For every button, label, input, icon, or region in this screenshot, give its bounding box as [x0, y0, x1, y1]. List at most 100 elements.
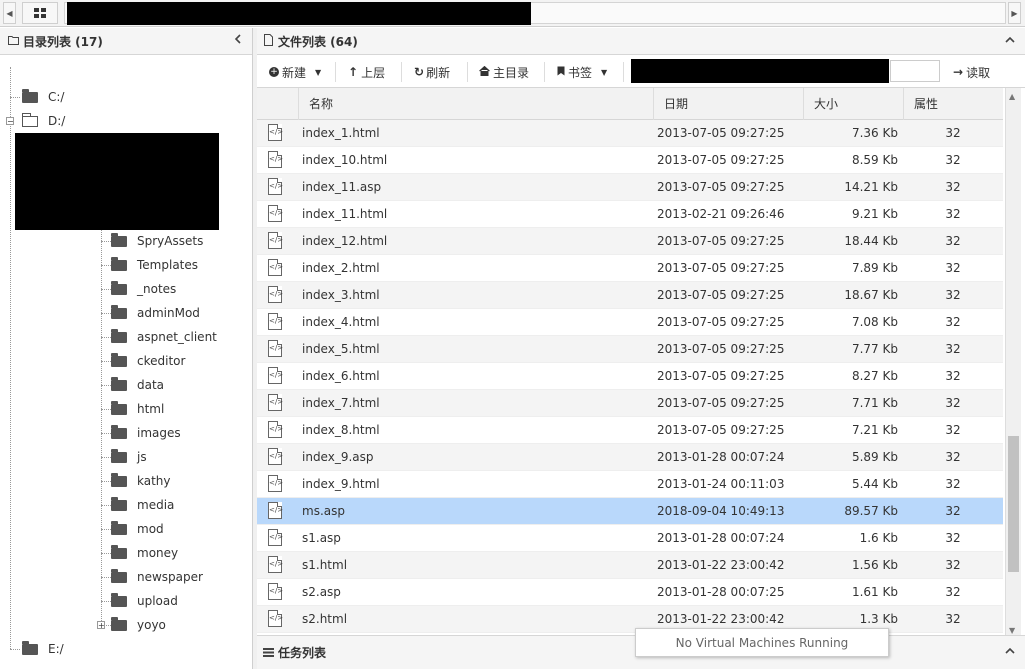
table-row[interactable]: </> index_4.html 2013-07-05 09:27:25 7.08 K…	[257, 309, 1003, 336]
table-row[interactable]: </> s1.asp 2013-01-28 00:07:24 1.6 Kb 32	[257, 525, 1003, 552]
column-header-name[interactable]: 名称	[298, 88, 653, 120]
file-size: 89.57 Kb	[844, 504, 898, 518]
refresh-button[interactable]: ↻ 刷新	[414, 61, 450, 83]
tree-folder-item[interactable]: html	[111, 399, 164, 419]
tree-folder-item[interactable]: ckeditor	[111, 351, 185, 371]
scroll-up-arrow-icon[interactable]: ▲	[1009, 92, 1015, 101]
bookmark-button[interactable]: 书签 ▼	[557, 61, 607, 83]
collapse-node-icon[interactable]: −	[6, 117, 14, 126]
bookmark-button-label: 书签	[568, 65, 593, 80]
tree-folder-item[interactable]: js	[111, 447, 147, 467]
table-row[interactable]: </> index_10.html 2013-07-05 09:27:25 8.59 …	[257, 147, 1003, 174]
expand-up-icon[interactable]	[1005, 644, 1015, 658]
column-header-date[interactable]: 日期	[653, 88, 803, 120]
folder-icon	[111, 520, 127, 535]
tree-folder-item[interactable]: data	[111, 375, 164, 395]
tree-drive-e[interactable]: E:/	[22, 639, 64, 659]
code-file-icon: </>	[268, 421, 283, 438]
tree-folder-label: Templates	[137, 258, 199, 272]
scroll-left-arrow-icon[interactable]: ◀	[3, 2, 16, 24]
file-attr: 32	[945, 153, 961, 167]
file-date: 2013-07-05 09:27:25	[657, 369, 785, 383]
tree-folder-label: money	[137, 546, 179, 560]
table-row[interactable]: </> index_2.html 2013-07-05 09:27:25 7.89 K…	[257, 255, 1003, 282]
new-button[interactable]: + 新建 ▼	[269, 61, 321, 83]
file-panel-header: 文件列表 (64)	[257, 28, 1025, 55]
collapse-left-icon[interactable]	[234, 33, 242, 47]
table-row[interactable]: </> s1.html 2013-01-22 23:00:42 1.56 Kb 32	[257, 552, 1003, 579]
table-row[interactable]: </> index_9.html 2013-01-24 00:11:03 5.44 K…	[257, 471, 1003, 498]
table-row[interactable]: </> s2.html 2013-01-22 23:00:42 1.3 Kb 32	[257, 606, 1003, 633]
table-row[interactable]: </> index_11.html 2013-02-21 09:26:46 9.21 …	[257, 201, 1003, 228]
tree-folder-item[interactable]: money	[111, 543, 178, 563]
folder-icon	[111, 304, 127, 319]
task-panel-title: 任务列表	[278, 646, 327, 660]
table-row[interactable]: </> index_11.asp 2013-07-05 09:27:25 14.21 …	[257, 174, 1003, 201]
table-row[interactable]: </> index_8.html 2013-07-05 09:27:25 7.21 K…	[257, 417, 1003, 444]
collapse-up-icon[interactable]	[1005, 33, 1015, 47]
file-name: index_8.html	[302, 423, 380, 437]
file-size: 7.89 Kb	[851, 261, 898, 275]
home-button[interactable]: 主目录	[479, 61, 529, 83]
scroll-right-arrow-icon[interactable]: ▶	[1008, 2, 1021, 24]
file-date: 2013-07-05 09:27:25	[657, 126, 785, 140]
tree-line	[101, 337, 111, 338]
up-button[interactable]: ↑ 上层	[348, 61, 385, 83]
file-size: 18.44 Kb	[844, 234, 898, 248]
tree-folder-item[interactable]: yoyo	[111, 615, 166, 635]
tree-folder-item[interactable]: mod	[111, 519, 164, 539]
table-row[interactable]: </> index_6.html 2013-07-05 09:27:25 8.27 K…	[257, 363, 1003, 390]
file-name: index_5.html	[302, 342, 380, 356]
column-header-attr[interactable]: 属性	[903, 88, 1003, 120]
column-header-size[interactable]: 大小	[803, 88, 903, 120]
file-name: index_10.html	[302, 153, 388, 167]
file-size: 7.36 Kb	[851, 126, 898, 140]
file-size: 14.21 Kb	[844, 180, 898, 194]
tree-folder-item[interactable]: newspaper	[111, 567, 203, 587]
grid-menu-button[interactable]	[22, 2, 58, 24]
tree-drive-d[interactable]: D:/	[22, 111, 65, 131]
vm-status-popup: No Virtual Machines Running	[635, 628, 889, 657]
table-row[interactable]: </> index_7.html 2013-07-05 09:27:25 7.71 K…	[257, 390, 1003, 417]
table-row[interactable]: </> index_3.html 2013-07-05 09:27:25 18.67 …	[257, 282, 1003, 309]
expand-node-icon[interactable]: +	[97, 621, 105, 630]
table-row[interactable]: </> index_1.html 2013-07-05 09:27:25 7.36 K…	[257, 120, 1003, 147]
scroll-down-arrow-icon[interactable]: ▼	[1009, 626, 1015, 635]
folder-icon	[111, 616, 127, 631]
tree-line	[101, 289, 111, 290]
tree-folder-item[interactable]: upload	[111, 591, 178, 611]
file-name: s2.html	[302, 612, 348, 626]
tree-folder-label: _notes	[137, 282, 177, 296]
file-outline-icon	[263, 33, 274, 49]
table-row-selected[interactable]: </> ms.asp 2018-09-04 10:49:13 89.57 Kb 32	[257, 498, 1003, 525]
table-row[interactable]: </> index_5.html 2013-07-05 09:27:25 7.77 K…	[257, 336, 1003, 363]
tree-folder-item[interactable]: media	[111, 495, 174, 515]
path-input[interactable]	[890, 60, 940, 82]
tree-folder-item[interactable]: images	[111, 423, 181, 443]
folder-icon	[111, 328, 127, 343]
tree-folder-item[interactable]: SpryAssets	[111, 231, 203, 251]
file-size: 1.61 Kb	[851, 585, 898, 599]
file-size: 1.56 Kb	[851, 558, 898, 572]
read-button[interactable]: → 读取	[953, 61, 990, 83]
tree-drive-c[interactable]: C:/	[22, 87, 64, 107]
tree-line	[101, 241, 111, 242]
code-file-icon: </>	[268, 556, 283, 573]
tree-line	[101, 481, 111, 482]
tree-folder-item[interactable]: aspnet_client	[111, 327, 217, 347]
table-row[interactable]: </> index_12.html 2013-07-05 09:27:25 18.44…	[257, 228, 1003, 255]
vertical-scrollbar[interactable]: ▲ ▼	[1005, 88, 1021, 638]
tree-folder-item[interactable]: kathy	[111, 471, 171, 491]
toolbar-separator	[467, 62, 468, 82]
file-date: 2013-02-21 09:26:46	[657, 207, 785, 221]
code-file-icon: </>	[268, 259, 283, 276]
table-row[interactable]: </> index_9.asp 2013-01-28 00:07:24 5.89 Kb…	[257, 444, 1003, 471]
tree-folder-item[interactable]: adminMod	[111, 303, 200, 323]
file-name: index_11.asp	[302, 180, 382, 194]
file-date: 2013-07-05 09:27:25	[657, 180, 785, 194]
table-row[interactable]: </> s2.asp 2013-01-28 00:07:25 1.61 Kb 32	[257, 579, 1003, 606]
code-file-icon: </>	[268, 313, 283, 330]
tree-folder-item[interactable]: _notes	[111, 279, 176, 299]
tree-folder-item[interactable]: Templates	[111, 255, 198, 275]
scrollbar-thumb[interactable]	[1008, 436, 1019, 572]
